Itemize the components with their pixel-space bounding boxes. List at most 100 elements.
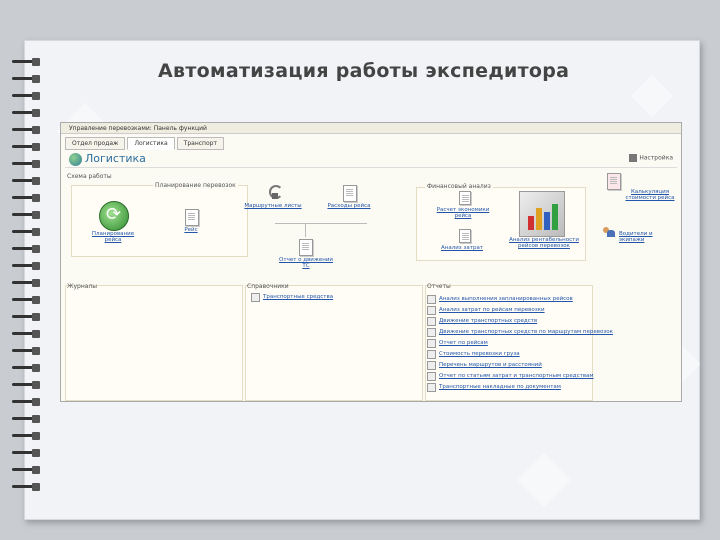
ring-hole [32,364,40,372]
people-icon[interactable] [603,227,615,237]
cost-calc-icon[interactable] [607,173,621,190]
cost-calc-link[interactable]: Калькуляция стоимости рейса [621,189,679,201]
tab-sales[interactable]: Отдел продаж [65,137,126,150]
references-header: Справочники [247,283,289,290]
report-icon [427,360,436,370]
binding-ring [10,279,42,287]
report-link[interactable]: Транспортные накладные по документам [439,384,561,390]
binding-ring [10,211,42,219]
binding-ring [10,194,42,202]
binding-ring [10,262,42,270]
report-icon [427,349,436,359]
settings-button[interactable]: Настройка [629,154,673,162]
drivers-link[interactable]: Водители и экипажи [619,231,679,243]
car-icon [251,292,260,302]
ring-hole [32,262,40,270]
report-link[interactable]: Движение транспортных средств по маршрут… [439,329,613,335]
tab-transport[interactable]: Транспорт [176,137,224,150]
report-link[interactable]: Анализ выполнения запланированных рейсов [439,296,573,302]
report-link[interactable]: Отчет по рейсам [439,340,488,346]
ring-hole [32,466,40,474]
ring-hole [32,58,40,66]
tab-logistics[interactable]: Логистика [127,137,175,150]
decor-diamond [517,453,571,507]
planning-panel [71,185,248,257]
ring-hole [32,177,40,185]
ring-hole [32,245,40,253]
report-icon [427,294,436,304]
refresh-icon[interactable] [99,201,129,231]
report-item[interactable]: Стоимость перевозки груза [427,349,520,359]
report-item[interactable]: Перечень маршрутов и расстояний [427,360,542,370]
decor-diamond [630,74,674,118]
route-planning-link[interactable]: Планирование рейса [83,231,143,243]
report-link[interactable]: Перечень маршрутов и расстояний [439,362,542,368]
satellite-icon[interactable] [267,185,283,199]
ring-hole [32,279,40,287]
binding-ring [10,313,42,321]
ring-hole [32,160,40,168]
economics-icon[interactable] [459,191,471,205]
economics-link[interactable]: Расчет экономики рейса [433,207,493,219]
profitability-link[interactable]: Анализ рентабельности рейсов перевозок [509,237,579,249]
binding-ring [10,330,42,338]
journals-header: Журналы [67,283,97,290]
binding-ring [10,92,42,100]
report-item[interactable]: Отчет по рейсам [427,338,488,348]
report-item[interactable]: Транспортные накладные по документам [427,382,561,392]
report-link[interactable]: Движение транспортных средств [439,318,537,324]
ring-hole [32,194,40,202]
report-item[interactable]: Анализ выполнения запланированных рейсов [427,294,573,304]
ring-hole [32,143,40,151]
report-icon [427,338,436,348]
reports-header: Отчеты [427,283,451,290]
expenses-doc-icon[interactable] [343,185,357,202]
chart-bar [536,208,542,230]
binding-ring [10,432,42,440]
report-icon [427,371,436,381]
report-icon [427,305,436,315]
report-item[interactable]: Отчет по статьям затрат и транспортным с… [427,371,594,381]
report-link[interactable]: Отчет по статьям затрат и транспортным с… [439,373,594,379]
movement-doc-icon[interactable] [299,239,313,256]
trip-link[interactable]: Рейс [173,227,209,233]
window-title: Управление перевозками: Панель функций [61,123,681,134]
report-icon [427,316,436,326]
trip-doc-icon[interactable] [185,209,199,226]
results-icon[interactable] [459,229,471,243]
ring-hole [32,398,40,406]
report-icon [427,327,436,337]
flow-connector [305,223,306,237]
reference-link[interactable]: Транспортные средства [263,294,333,300]
slide-title: Автоматизация работы экспедитора [158,60,570,82]
report-item[interactable]: Движение транспортных средств по маршрут… [427,327,613,337]
list-item[interactable]: Транспортные средства [251,292,333,302]
report-item[interactable]: Анализ затрат по рейсам перевозки [427,305,545,315]
globe-icon [69,153,82,166]
report-item[interactable]: Движение транспортных средств [427,316,537,326]
expenses-link[interactable]: Расходы рейса [321,203,377,209]
binding-ring [10,245,42,253]
report-link[interactable]: Стоимость перевозки груза [439,351,520,357]
spiral-binding [10,58,44,498]
ring-hole [32,126,40,134]
ring-hole [32,92,40,100]
report-link[interactable]: Анализ затрат по рейсам перевозки [439,307,545,313]
binding-ring [10,415,42,423]
section-header: Логистика Настройка [65,151,677,168]
work-scheme-header: Схема работы [67,173,112,180]
results-link[interactable]: Анализ затрат [431,245,493,251]
binding-ring [10,58,42,66]
page-title: Логистика [85,152,146,165]
chart-bar [552,204,558,230]
ring-hole [32,313,40,321]
journals-panel [65,285,243,401]
chart-icon[interactable] [519,191,565,237]
route-sheets-link[interactable]: Маршрутные листы [243,203,303,209]
report-icon [427,382,436,392]
binding-ring [10,75,42,83]
vehicle-movement-link[interactable]: Отчет о движении ТС [277,257,335,269]
binding-ring [10,483,42,491]
binding-ring [10,381,42,389]
settings-label: Настройка [639,154,673,162]
